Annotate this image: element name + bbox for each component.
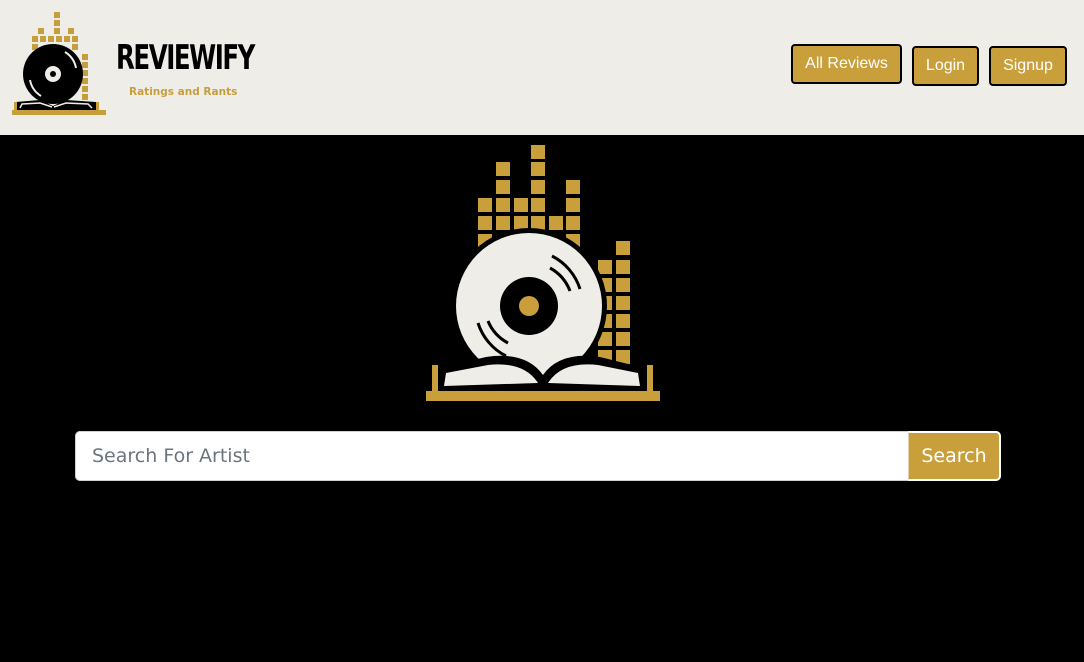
brand-name: REVIEWIFY — [116, 38, 255, 78]
search-button[interactable]: Search — [908, 431, 1001, 481]
artist-search-form: Search — [75, 431, 1001, 481]
site-header: REVIEWIFY Ratings and Rants All Reviews … — [0, 0, 1084, 135]
brand-tagline: Ratings and Rants — [129, 86, 238, 98]
login-button[interactable]: Login — [912, 46, 979, 86]
all-reviews-button[interactable]: All Reviews — [791, 44, 902, 84]
brand-home-link[interactable]: REVIEWIFY Ratings and Rants — [10, 10, 255, 118]
signup-button[interactable]: Signup — [989, 46, 1067, 86]
artist-search-input[interactable] — [75, 431, 908, 481]
vinyl-record-logo-icon — [12, 12, 106, 115]
hero-vinyl-record-logo-icon — [426, 145, 660, 401]
